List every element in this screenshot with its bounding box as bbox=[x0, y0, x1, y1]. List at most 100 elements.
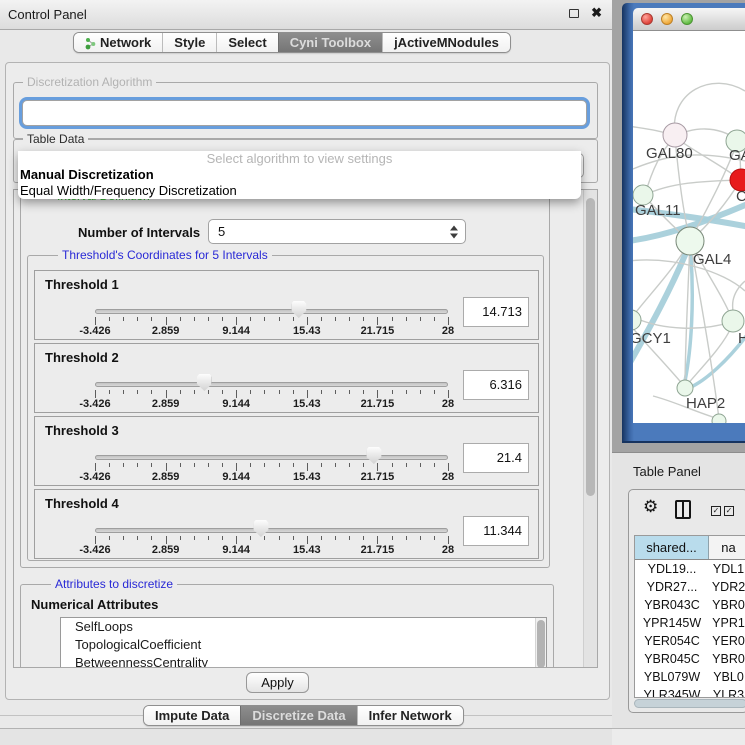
settings-scrollbar[interactable] bbox=[583, 190, 597, 667]
tab-jactivemnodules[interactable]: jActiveMNodules bbox=[382, 33, 510, 52]
network-canvas[interactable]: GAL80GACGAL11GAL4GCY1HHAP2 bbox=[633, 31, 745, 423]
threshold-label: Threshold 4 bbox=[45, 496, 119, 511]
table-row[interactable]: YPR145WYPR1 bbox=[635, 614, 745, 632]
tab-label: Infer Network bbox=[369, 706, 452, 725]
table-row[interactable]: YBR045CYBR0 bbox=[635, 650, 745, 668]
table-row[interactable]: YLR345WYLR3 bbox=[635, 686, 745, 698]
table-cell: YBR045C bbox=[635, 650, 709, 668]
group-title: Threshold's Coordinates for 5 Intervals bbox=[58, 248, 272, 262]
table-header-row: shared... na bbox=[635, 536, 745, 560]
table-row[interactable]: YDR27...YDR2 bbox=[635, 578, 745, 596]
control-panel-titlebar: Control Panel ✖ bbox=[0, 0, 612, 30]
table-row[interactable]: YDL19...YDL1 bbox=[635, 560, 745, 578]
scrollbar-thumb[interactable] bbox=[634, 699, 745, 708]
list-scrollbar[interactable] bbox=[535, 618, 546, 668]
table-cell: YBL0 bbox=[709, 668, 745, 686]
threshold-1-value-field[interactable]: 14.713 bbox=[463, 297, 529, 327]
network-node-label: GAL4 bbox=[693, 251, 731, 268]
threshold-4-value-field[interactable]: 11.344 bbox=[463, 516, 529, 546]
slider-thumb[interactable] bbox=[253, 520, 268, 537]
column-header-name[interactable]: na bbox=[709, 536, 745, 559]
slider-track[interactable] bbox=[95, 455, 448, 460]
group-title: Discretization Algorithm bbox=[23, 75, 156, 89]
bottom-strip bbox=[0, 729, 612, 745]
settings-scroll-viewport: Interval Definition Number of Intervals … bbox=[13, 189, 598, 668]
control-panel: Control Panel ✖ Network Style Select Cyn… bbox=[0, 0, 612, 745]
network-node[interactable] bbox=[663, 123, 687, 147]
minimize-traffic-light[interactable] bbox=[661, 13, 673, 25]
network-node[interactable] bbox=[712, 414, 726, 423]
num-intervals-combo[interactable]: 5 bbox=[208, 219, 466, 244]
close-traffic-light[interactable] bbox=[641, 13, 653, 25]
threshold-3-slider[interactable]: -3.4262.8599.14415.4321.71528 bbox=[95, 447, 448, 483]
table-row[interactable]: YBR043CYBR0 bbox=[635, 596, 745, 614]
tab-infer-network[interactable]: Infer Network bbox=[357, 706, 463, 725]
tab-style[interactable]: Style bbox=[162, 33, 216, 52]
table-cell: YDR2 bbox=[709, 578, 745, 596]
column-header-shared-name[interactable]: shared... bbox=[635, 536, 709, 559]
network-node[interactable] bbox=[633, 310, 641, 330]
list-items: SelfLoopsTopologicalCoefficientBetweenne… bbox=[61, 618, 546, 668]
dropdown-option-manual[interactable]: Manual Discretization bbox=[18, 167, 581, 183]
network-node-label: C bbox=[736, 188, 745, 205]
scrollbar-thumb[interactable] bbox=[537, 620, 545, 668]
tab-discretize-data[interactable]: Discretize Data bbox=[240, 706, 356, 725]
slider-thumb[interactable] bbox=[197, 374, 212, 391]
network-graph[interactable]: GAL80GACGAL11GAL4GCY1HHAP2 bbox=[633, 31, 745, 423]
checked-box-icon[interactable]: ✓ bbox=[724, 506, 734, 516]
table-row[interactable]: YBL079WYBL0 bbox=[635, 668, 745, 686]
tab-label: Select bbox=[228, 33, 266, 52]
threshold-label: Threshold 1 bbox=[45, 277, 119, 292]
threshold-4-slider[interactable]: -3.4262.8599.14415.4321.71528 bbox=[95, 520, 448, 556]
slider-track[interactable] bbox=[95, 528, 448, 533]
numerical-attributes-list[interactable]: SelfLoopsTopologicalCoefficientBetweenne… bbox=[60, 617, 547, 668]
dropdown-option-equal-width[interactable]: Equal Width/Frequency Discretization bbox=[18, 183, 581, 199]
list-item[interactable]: BetweennessCentrality bbox=[61, 654, 546, 668]
settings-gear-icon[interactable]: ⚙ bbox=[643, 497, 658, 517]
table-row[interactable]: YER054CYER0 bbox=[635, 632, 745, 650]
slider-track[interactable] bbox=[95, 309, 448, 314]
table-cell: YLR345W bbox=[635, 686, 709, 698]
network-node[interactable] bbox=[722, 310, 744, 332]
split-columns-icon[interactable] bbox=[675, 500, 691, 519]
table-cell: YBR0 bbox=[709, 596, 745, 614]
table-panel-section: Table Panel ⚙ ✓ ✓ shared... na YDL19...Y… bbox=[612, 452, 745, 745]
scrollbar-thumb[interactable] bbox=[586, 198, 595, 496]
attributes-group: Attributes to discretize Numerical Attri… bbox=[20, 584, 554, 668]
threshold-2-value-field[interactable]: 6.316 bbox=[463, 370, 529, 400]
table-panel-window: ⚙ ✓ ✓ shared... na YDL19...YDL1YDR27...Y… bbox=[628, 489, 745, 713]
stepper-icon bbox=[450, 225, 459, 238]
slider-track[interactable] bbox=[95, 382, 448, 387]
panel-title: Control Panel bbox=[8, 7, 87, 22]
zoom-traffic-light[interactable] bbox=[681, 13, 693, 25]
float-window-icon[interactable] bbox=[569, 9, 579, 18]
checked-box-icon[interactable]: ✓ bbox=[711, 506, 721, 516]
slider-thumb[interactable] bbox=[291, 301, 306, 318]
table-cell: YDL19... bbox=[635, 560, 709, 578]
tab-label: Impute Data bbox=[155, 706, 229, 725]
threshold-2-slider[interactable]: -3.4262.8599.14415.4321.71528 bbox=[95, 374, 448, 410]
table-horizontal-scrollbar[interactable] bbox=[634, 699, 745, 709]
threshold-2-panel: Threshold 2 -3.4262.8599.14415.4321.7152… bbox=[34, 343, 539, 413]
table-cell: YPR145W bbox=[635, 614, 709, 632]
slider-thumb[interactable] bbox=[366, 447, 381, 464]
close-icon[interactable]: ✖ bbox=[591, 5, 602, 21]
tab-select[interactable]: Select bbox=[216, 33, 277, 52]
group-title: Table Data bbox=[23, 132, 88, 146]
tab-impute-data[interactable]: Impute Data bbox=[144, 706, 240, 725]
apply-button[interactable]: Apply bbox=[246, 672, 309, 693]
list-item[interactable]: SelfLoops bbox=[61, 618, 546, 636]
tab-cyni-toolbox[interactable]: Cyni Toolbox bbox=[278, 33, 382, 52]
network-node[interactable] bbox=[677, 380, 693, 396]
algorithm-combo[interactable] bbox=[22, 100, 587, 126]
numerical-attributes-label: Numerical Attributes bbox=[31, 597, 158, 612]
tab-label: Discretize Data bbox=[252, 706, 345, 725]
threshold-1-slider[interactable]: -3.4262.8599.14415.4321.71528 bbox=[95, 301, 448, 337]
list-item[interactable]: TopologicalCoefficient bbox=[61, 636, 546, 654]
table-cell: YBR043C bbox=[635, 596, 709, 614]
threshold-1-panel: Threshold 1 -3.4262.8599.14415.4321.7152… bbox=[34, 270, 539, 340]
cyni-toolbox-pane: Discretization Algorithm Select algorith… bbox=[5, 62, 610, 700]
threshold-3-value-field[interactable]: 21.4 bbox=[463, 443, 529, 473]
table-cell: YPR1 bbox=[709, 614, 745, 632]
tab-network[interactable]: Network bbox=[74, 33, 162, 52]
